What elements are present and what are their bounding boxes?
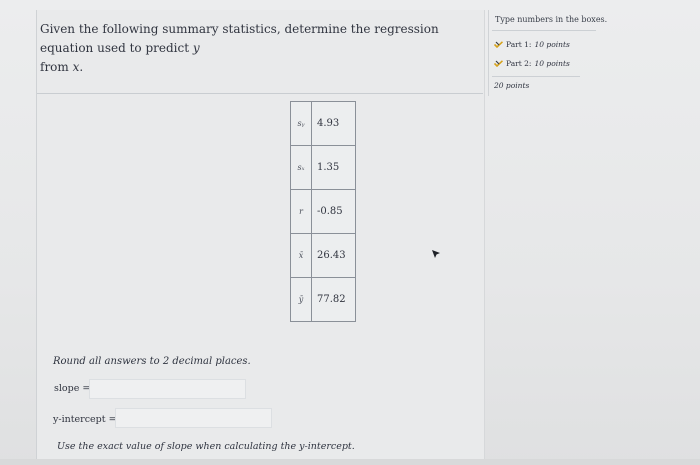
slope-input[interactable] bbox=[89, 379, 246, 399]
stat-value: 1.35 bbox=[311, 145, 356, 190]
stat-symbol: sₓ bbox=[290, 145, 312, 190]
part-1-points: Part 1: 10 points bbox=[494, 40, 570, 49]
part-2-points: Part 2: 10 points bbox=[494, 59, 570, 68]
part-2-value: 10 points bbox=[534, 59, 570, 68]
mouse-cursor-icon bbox=[431, 244, 441, 258]
summary-statistics-table: sᵧ 4.93 sₓ 1.35 r -0.85 x̄ 26.43 ȳ 77.8… bbox=[290, 101, 356, 322]
partial-credit-icon bbox=[494, 41, 503, 48]
stat-symbol: ȳ bbox=[290, 277, 312, 322]
bottom-edge bbox=[0, 459, 700, 465]
partial-credit-icon bbox=[494, 60, 503, 67]
question-text: Given the following summary statistics, … bbox=[40, 20, 480, 77]
slope-label: slope = bbox=[54, 383, 91, 394]
table-row: ȳ 77.82 bbox=[290, 277, 356, 322]
stat-value: -0.85 bbox=[311, 189, 356, 234]
table-row: x̄ 26.43 bbox=[290, 233, 356, 278]
table-row: sₓ 1.35 bbox=[290, 145, 356, 190]
table-row: sᵧ 4.93 bbox=[290, 101, 356, 146]
header-divider bbox=[37, 93, 483, 94]
part-1-label: Part 1: bbox=[506, 40, 532, 49]
exact-slope-instruction: Use the exact value of slope when calcul… bbox=[57, 441, 355, 452]
question-from: from bbox=[40, 60, 69, 74]
intercept-input[interactable] bbox=[115, 408, 272, 428]
part-1-value: 10 points bbox=[534, 40, 570, 49]
stat-symbol: sᵧ bbox=[290, 101, 312, 146]
total-points: 20 points bbox=[494, 81, 530, 90]
stat-symbol: r bbox=[290, 189, 312, 234]
total-divider bbox=[492, 76, 580, 77]
stat-symbol: x̄ bbox=[290, 233, 312, 278]
rounding-instruction: Round all answers to 2 decimal places. bbox=[53, 356, 251, 367]
intercept-label: y-intercept = bbox=[53, 414, 117, 425]
table-row: r -0.85 bbox=[290, 189, 356, 234]
question-prefix: Given the following summary statistics, … bbox=[40, 22, 439, 55]
stat-value: 77.82 bbox=[311, 277, 356, 322]
part-2-label: Part 2: bbox=[506, 59, 532, 68]
points-divider bbox=[492, 30, 596, 31]
stat-value: 26.43 bbox=[311, 233, 356, 278]
points-panel-header: Type numbers in the boxes. bbox=[495, 15, 608, 24]
question-period: . bbox=[79, 60, 84, 74]
predict-variable: y bbox=[192, 41, 200, 55]
stat-value: 4.93 bbox=[311, 101, 356, 146]
